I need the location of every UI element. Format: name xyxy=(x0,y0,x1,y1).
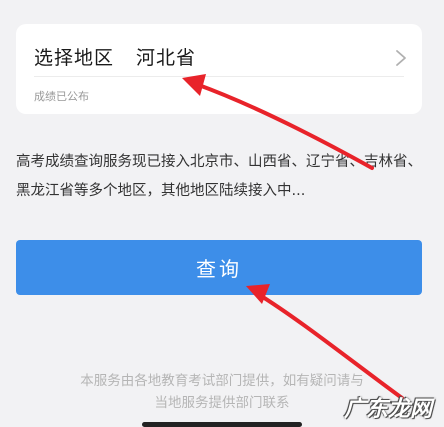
home-indicator[interactable] xyxy=(142,422,302,427)
region-selector-card[interactable]: 选择地区 河北省 成绩已公布 xyxy=(16,24,422,114)
divider xyxy=(34,76,404,77)
region-row[interactable]: 选择地区 河北省 xyxy=(34,36,404,76)
region-label: 选择地区 xyxy=(34,46,115,69)
chevron-right-icon[interactable] xyxy=(394,48,408,68)
service-description: 高考成绩查询服务现已接入北京市、山西省、辽宁省、吉林省、黑龙江省等多个地区，其他… xyxy=(16,154,422,199)
status-text: 成绩已公布 xyxy=(34,90,89,103)
watermark-logo: 广东龙网 xyxy=(344,391,432,423)
watermark-text: 广东龙网 xyxy=(343,397,432,422)
footer-line-1: 本服务由各地教育考试部门提供，如有疑问请与 xyxy=(80,373,364,389)
query-button[interactable]: 查询 xyxy=(16,240,422,295)
region-value: 河北省 xyxy=(136,46,197,69)
